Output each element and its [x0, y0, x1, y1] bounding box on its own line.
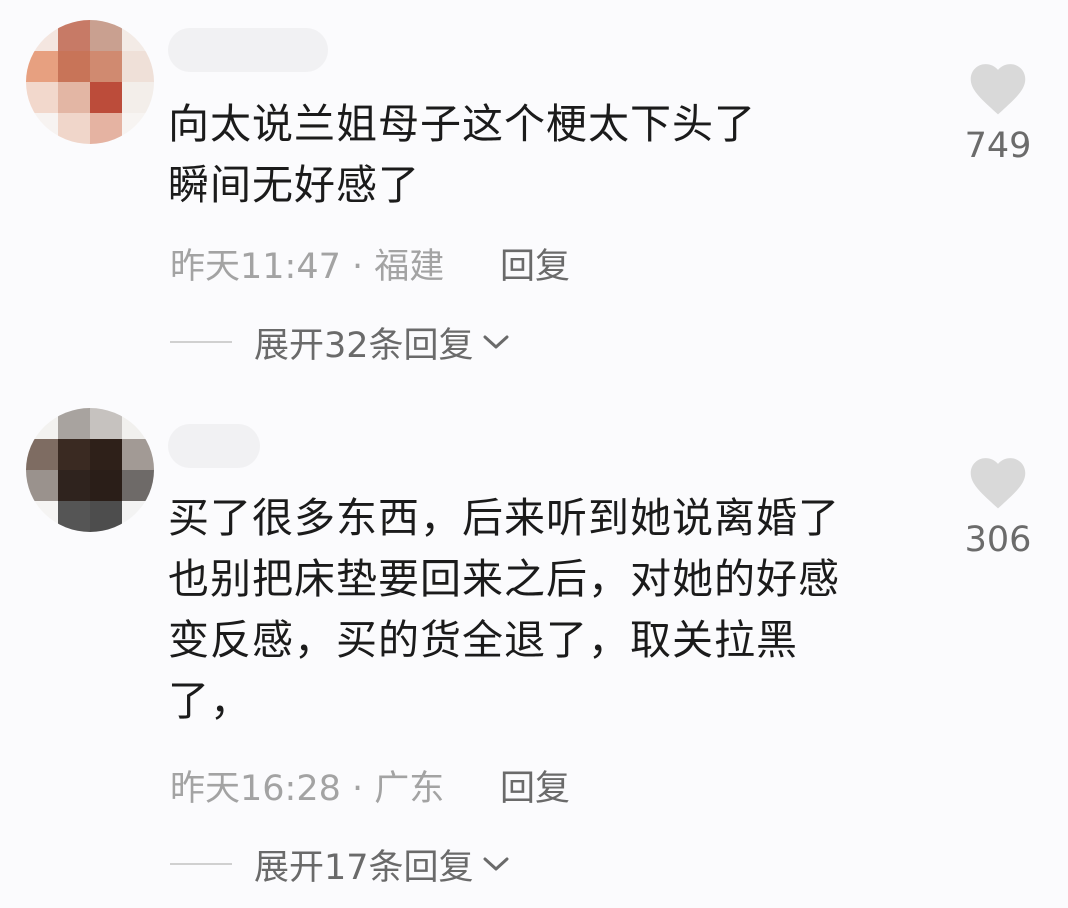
avatar-pixel	[58, 51, 90, 82]
avatar-pixel	[90, 501, 122, 532]
comment-line: 了，	[168, 677, 252, 725]
avatar-pixel	[90, 113, 122, 144]
expand-replies-label: 展开32条回复	[254, 325, 474, 366]
avatar-pixel	[122, 408, 154, 439]
meta-separator: ·	[340, 769, 375, 809]
avatar-pixel	[122, 439, 154, 470]
avatar-pixel	[90, 82, 122, 113]
divider-line	[170, 863, 232, 865]
username[interactable]	[168, 28, 328, 72]
chevron-down-icon	[483, 857, 509, 871]
avatar-pixel	[26, 51, 58, 82]
avatar-pixel	[58, 408, 90, 439]
avatar-pixel	[26, 501, 58, 532]
comment-line: 瞬间无好感了	[168, 161, 420, 209]
avatar-pixel	[26, 82, 58, 113]
avatar-pixel	[58, 113, 90, 144]
like-count: 749	[964, 126, 1032, 166]
comment-line: 买了很多东西，后来听到她说离婚了	[168, 494, 840, 542]
heart-icon	[970, 64, 1026, 115]
heart-icon	[970, 458, 1026, 509]
like-button[interactable]: 306	[962, 450, 1034, 560]
avatar-pixel	[26, 20, 58, 51]
avatar-pixel	[90, 20, 122, 51]
avatar-pixel	[90, 439, 122, 470]
avatar-pixel	[58, 501, 90, 532]
comment-line: 也别把床垫要回来之后，对她的好感	[168, 555, 840, 603]
comment-line: 变反感，买的货全退了，取关拉黑	[168, 616, 798, 664]
avatar-pixel	[58, 470, 90, 501]
avatar-pixel	[90, 51, 122, 82]
chevron-down-icon	[483, 335, 509, 349]
avatar-pixel	[122, 470, 154, 501]
avatar-pixel	[58, 82, 90, 113]
avatar-pixel	[26, 439, 58, 470]
avatar-pixel	[122, 113, 154, 144]
comment-line: 向太说兰姐母子这个梗太下头了	[168, 100, 756, 148]
comment-location: 福建	[374, 247, 445, 287]
avatar-pixel	[122, 20, 154, 51]
avatar-pixel	[90, 470, 122, 501]
avatar-pixel	[26, 113, 58, 144]
comment-time: 昨天11:47	[170, 247, 341, 287]
expand-replies-button[interactable]: 展开17条回复	[170, 844, 510, 888]
reply-button[interactable]: 回复	[500, 760, 570, 811]
avatar-pixel	[122, 501, 154, 532]
avatar-pixel	[122, 82, 154, 113]
avatar[interactable]	[26, 20, 154, 144]
avatar-pixel	[26, 470, 58, 501]
avatar[interactable]	[26, 408, 154, 532]
avatar-pixel	[90, 408, 122, 439]
comment-location: 广东	[374, 769, 445, 809]
like-count: 306	[964, 520, 1032, 560]
comment-text: 向太说兰姐母子这个梗太下头了 瞬间无好感了	[168, 94, 756, 216]
comment-text: 买了很多东西，后来听到她说离婚了 也别把床垫要回来之后，对她的好感 变反感，买的…	[168, 488, 840, 732]
comment-time: 昨天16:28	[170, 769, 341, 809]
avatar-pixel	[58, 20, 90, 51]
expand-replies-button[interactable]: 展开32条回复	[170, 322, 510, 366]
avatar-pixel	[122, 51, 154, 82]
like-button[interactable]: 749	[962, 56, 1034, 166]
comment-meta: 昨天16:28 · 广东	[170, 760, 444, 811]
expand-replies-label: 展开17条回复	[254, 847, 474, 888]
reply-button[interactable]: 回复	[500, 238, 570, 289]
meta-separator: ·	[340, 247, 375, 287]
avatar-pixel	[26, 408, 58, 439]
username[interactable]	[168, 424, 260, 468]
comment-meta: 昨天11:47 · 福建	[170, 238, 444, 289]
divider-line	[170, 341, 232, 343]
avatar-pixel	[58, 439, 90, 470]
